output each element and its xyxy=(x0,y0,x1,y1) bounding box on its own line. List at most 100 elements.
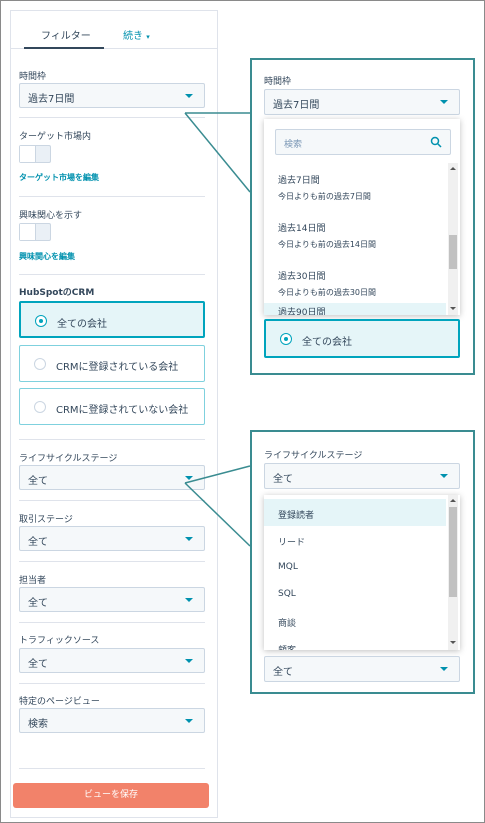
dropdown-option[interactable]: 過去90日間 xyxy=(264,303,446,315)
caret-down-icon xyxy=(185,719,193,723)
toggle-knob xyxy=(20,146,36,162)
deal-stage-select[interactable]: 全て xyxy=(19,526,205,551)
crm-option-label: CRMに登録されていない会社 xyxy=(56,405,189,416)
scroll-down-icon[interactable] xyxy=(450,307,456,310)
lifecycle-label: ライフサイクルステージ xyxy=(19,454,118,464)
radio-icon xyxy=(34,358,46,370)
traffic-source-select[interactable]: 全て xyxy=(19,648,205,673)
time-select[interactable]: 過去7日間 xyxy=(19,83,205,108)
interest-toggle[interactable] xyxy=(19,223,51,241)
caret-down-icon xyxy=(185,94,193,98)
dropdown-option[interactable]: リード xyxy=(264,526,446,553)
pageview-select[interactable]: 検索 xyxy=(19,708,205,733)
divider xyxy=(19,500,205,501)
caret-down-icon xyxy=(440,667,448,671)
caret-down-icon xyxy=(185,537,193,541)
divider xyxy=(19,274,205,275)
lifecycle-dropdown-callout: ライフサイクルステージ 全て 登録読者 リード MQL SQL 商談 顧客 全て xyxy=(250,430,475,694)
option-label: 登録読者 xyxy=(278,511,315,521)
traffic-source-select-value: 全て xyxy=(28,659,48,670)
divider xyxy=(19,561,205,562)
zoom-next-select-value: 全て xyxy=(273,667,293,678)
pageview-label: 特定のページビュー xyxy=(19,697,100,707)
edit-target-market-link[interactable]: ターゲット市場を編集 xyxy=(19,172,99,183)
caret-down-icon xyxy=(440,474,448,478)
caret-down-icon xyxy=(185,598,193,602)
zoom-lifecycle-select[interactable]: 全て xyxy=(264,463,460,489)
zoom-next-select[interactable]: 全て xyxy=(264,656,460,682)
dropdown-option[interactable]: SQL xyxy=(264,580,446,607)
target-market-toggle[interactable] xyxy=(19,145,51,163)
dropdown-option[interactable]: 過去14日間 今日よりも前の過去14日間 xyxy=(264,211,446,259)
crm-option-label: 全ての会社 xyxy=(57,319,107,330)
time-label: 時間枠 xyxy=(19,72,47,82)
dropdown-search-input[interactable]: 検索 xyxy=(275,129,451,155)
crm-option-all[interactable]: 全ての会社 xyxy=(19,301,205,338)
zoom-time-select[interactable]: 過去7日間 xyxy=(264,89,460,115)
deal-stage-select-value: 全て xyxy=(28,537,48,548)
tab-filter[interactable]: フィルター xyxy=(41,27,91,42)
option-subtitle: 今日よりも前の過去14日間 xyxy=(278,240,377,249)
dropdown-option[interactable]: 顧客 xyxy=(264,634,446,650)
save-view-button[interactable]: ビューを保存 xyxy=(13,783,209,808)
tab-more[interactable]: 続き ▾ xyxy=(123,27,150,42)
dropdown-option[interactable]: 過去7日間 今日よりも前の過去7日間 xyxy=(264,163,446,211)
option-subtitle: 今日よりも前の過去30日間 xyxy=(278,288,377,297)
option-label: MQL xyxy=(278,562,298,572)
zoom-crm-option-all[interactable]: 全ての会社 xyxy=(264,319,460,358)
dropdown-option[interactable]: 商談 xyxy=(264,607,446,634)
divider xyxy=(19,196,205,197)
zoom-time-label: 時間枠 xyxy=(264,77,292,87)
search-placeholder: 検索 xyxy=(284,140,303,150)
divider xyxy=(19,117,205,118)
scroll-down-icon[interactable] xyxy=(450,641,456,644)
scrollbar-thumb[interactable] xyxy=(449,235,457,269)
scrollbar-thumb[interactable] xyxy=(449,507,457,597)
radio-icon xyxy=(34,401,46,413)
scroll-up-icon[interactable] xyxy=(450,499,456,502)
zoom-crm-option-label: 全ての会社 xyxy=(302,337,352,348)
option-title: 過去30日間 xyxy=(278,272,326,282)
option-label: 顧客 xyxy=(278,643,296,650)
caret-down-icon xyxy=(185,476,193,480)
crm-option-label: CRMに登録されている会社 xyxy=(56,362,179,373)
option-label: 商談 xyxy=(278,619,297,629)
caret-down-icon xyxy=(440,100,448,104)
option-title: 過去7日間 xyxy=(278,176,320,186)
scroll-up-icon[interactable] xyxy=(450,167,456,170)
dropdown-scrollbar[interactable] xyxy=(448,495,458,650)
lifecycle-dropdown-menu: 登録読者 リード MQL SQL 商談 顧客 xyxy=(264,495,460,650)
time-dropdown-menu: 検索 過去7日間 今日よりも前の過去7日間 過去14日間 今日よりも前の過去14… xyxy=(264,119,460,315)
radio-selected-icon xyxy=(35,315,47,327)
active-tab-indicator xyxy=(24,47,104,49)
dropdown-option[interactable]: 登録読者 xyxy=(264,499,446,526)
pageview-select-value: 検索 xyxy=(28,719,48,730)
option-title: 過去90日間 xyxy=(278,308,326,315)
interest-label: 興味関心を示す xyxy=(19,211,83,221)
lifecycle-select-value: 全て xyxy=(28,476,48,487)
tab-more-label: 続き xyxy=(123,31,143,42)
caret-down-icon xyxy=(185,659,193,663)
divider xyxy=(19,439,205,440)
dropdown-option[interactable]: MQL xyxy=(264,553,446,580)
edit-interest-link[interactable]: 興味関心を編集 xyxy=(19,251,75,262)
dropdown-option[interactable]: 過去30日間 今日よりも前の過去30日間 xyxy=(264,259,446,307)
filter-panel: フィルター 続き ▾ 時間枠 過去7日間 ターゲット市場内 ターゲット市場を編集… xyxy=(10,10,218,818)
option-label: SQL xyxy=(278,589,296,599)
option-subtitle: 今日よりも前の過去7日間 xyxy=(278,192,371,201)
crm-label: HubSpotのCRM xyxy=(19,288,95,298)
owner-select-value: 全て xyxy=(28,598,48,609)
toggle-knob xyxy=(20,224,36,240)
lifecycle-select[interactable]: 全て xyxy=(19,465,205,490)
divider xyxy=(19,768,205,769)
crm-option-unregistered[interactable]: CRMに登録されていない会社 xyxy=(19,388,205,425)
crm-option-registered[interactable]: CRMに登録されている会社 xyxy=(19,345,205,382)
owner-label: 担当者 xyxy=(19,576,47,586)
target-market-label: ターゲット市場内 xyxy=(19,132,92,142)
search-icon xyxy=(430,136,442,148)
dropdown-scrollbar[interactable] xyxy=(448,163,458,315)
zoom-lifecycle-label: ライフサイクルステージ xyxy=(264,451,363,461)
option-label: リード xyxy=(278,538,306,548)
owner-select[interactable]: 全て xyxy=(19,587,205,612)
divider xyxy=(19,622,205,623)
